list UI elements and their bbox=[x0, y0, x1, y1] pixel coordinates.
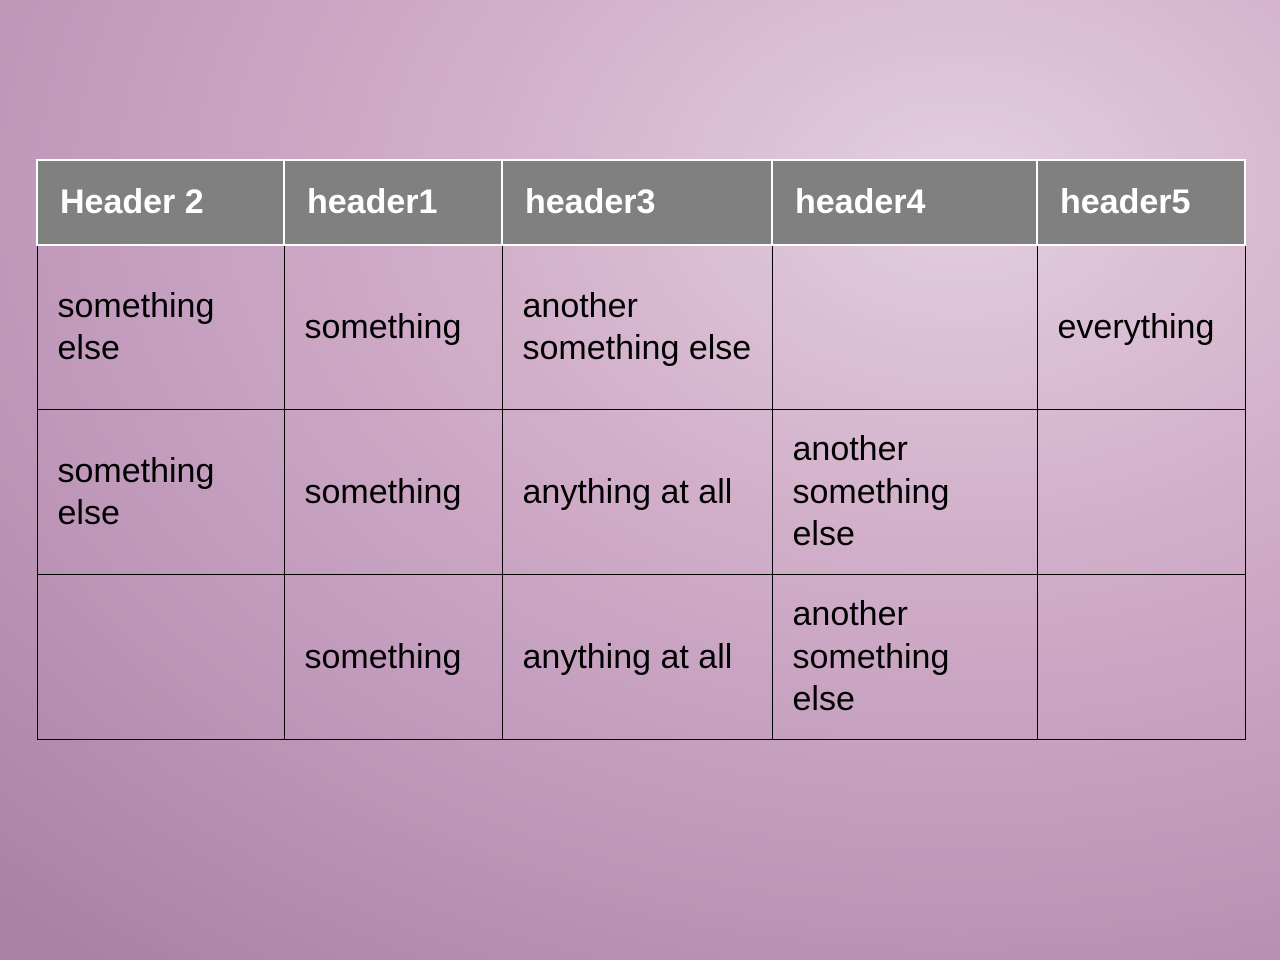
table-cell: something bbox=[284, 575, 502, 740]
table-cell: something bbox=[284, 410, 502, 575]
table-cell: something bbox=[284, 245, 502, 410]
table-cell: anything at all bbox=[502, 575, 772, 740]
table-cell: another something else bbox=[502, 245, 772, 410]
table-row: something anything at all another someth… bbox=[37, 575, 1245, 740]
table-cell bbox=[37, 575, 284, 740]
data-table: Header 2 header1 header3 header4 header5… bbox=[36, 159, 1246, 740]
table-row: something else something anything at all… bbox=[37, 410, 1245, 575]
table-cell: something else bbox=[37, 410, 284, 575]
table-header: header5 bbox=[1037, 160, 1245, 245]
table-cell bbox=[772, 245, 1037, 410]
table-cell: everything bbox=[1037, 245, 1245, 410]
table-cell bbox=[1037, 410, 1245, 575]
table-header: header1 bbox=[284, 160, 502, 245]
table-cell: another something else bbox=[772, 410, 1037, 575]
table-cell bbox=[1037, 575, 1245, 740]
slide: Header 2 header1 header3 header4 header5… bbox=[0, 0, 1280, 960]
table-cell: another something else bbox=[772, 575, 1037, 740]
table-header: header3 bbox=[502, 160, 772, 245]
table-container: Header 2 header1 header3 header4 header5… bbox=[36, 159, 1244, 740]
table-header: Header 2 bbox=[37, 160, 284, 245]
table-header: header4 bbox=[772, 160, 1037, 245]
table-row: something else something another somethi… bbox=[37, 245, 1245, 410]
table-header-row: Header 2 header1 header3 header4 header5 bbox=[37, 160, 1245, 245]
table-cell: anything at all bbox=[502, 410, 772, 575]
table-cell: something else bbox=[37, 245, 284, 410]
